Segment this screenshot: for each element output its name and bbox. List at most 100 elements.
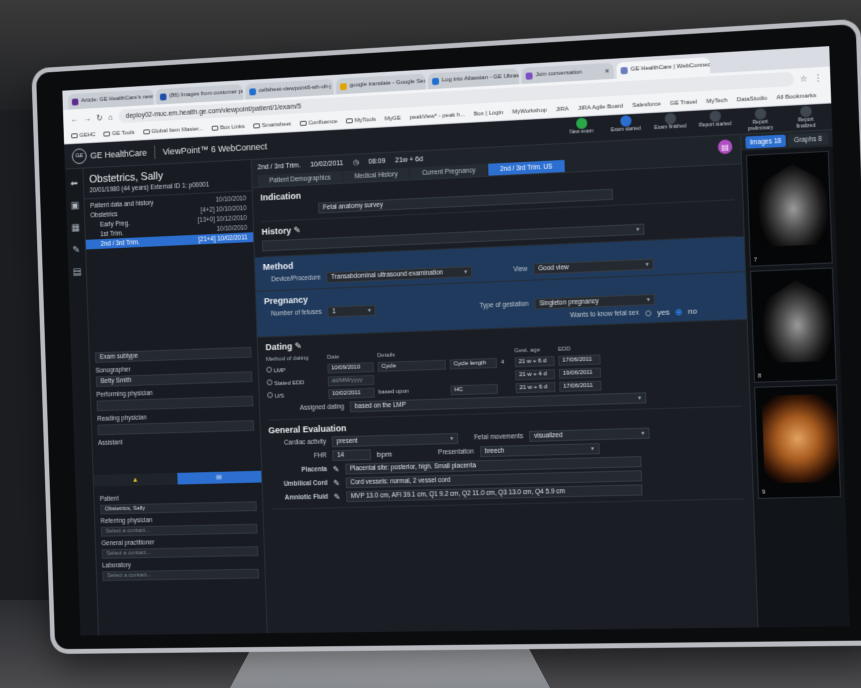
exam-subtype-select[interactable]: Exam subtype xyxy=(95,346,252,363)
tab-label: Images xyxy=(749,137,773,147)
ultrasound-thumbnail[interactable]: 8 xyxy=(750,267,837,383)
dating-method[interactable]: Stated EDD xyxy=(266,378,325,388)
view-select[interactable]: Good view ▼ xyxy=(533,258,654,275)
view-value: Good view xyxy=(538,264,570,273)
mail-tab[interactable]: ✉ xyxy=(176,470,262,485)
device-select[interactable]: Transabdominal ultrasound examination ▼ xyxy=(326,266,473,284)
warning-icon: ▲ xyxy=(131,476,139,484)
bookmark[interactable]: JIRA xyxy=(556,106,569,113)
general-section: General Evaluation Cardiac activity pres… xyxy=(268,406,745,510)
bookmark[interactable]: Box Links xyxy=(211,123,245,132)
check-icon xyxy=(575,117,587,130)
contact-field[interactable]: Select a contact... xyxy=(102,568,260,582)
all-bookmarks[interactable]: All Bookmarks xyxy=(776,92,816,100)
stated-radio[interactable] xyxy=(266,379,273,386)
forward-icon[interactable]: → xyxy=(83,114,91,123)
us-date[interactable]: 10/02/2011 xyxy=(328,387,375,400)
fetuses-select[interactable]: 1 ▼ xyxy=(327,304,376,318)
based-upon-field[interactable]: HC xyxy=(450,383,498,396)
bookmark[interactable]: peakView* - peak h... xyxy=(410,112,466,121)
bookmark[interactable]: GE Travel xyxy=(670,99,697,107)
workflow-report-finalized[interactable]: Report finalized xyxy=(788,105,824,130)
bookmark[interactable]: Global Item Master... xyxy=(142,126,203,135)
tab-label: Article: GE HealthCare's new H xyxy=(81,93,154,105)
workflow-exam-started[interactable]: Exam started xyxy=(608,115,643,140)
screen: Article: GE HealthCare's new H ✕ (86) Ima… xyxy=(62,46,850,636)
bookmark-label: Box Links xyxy=(220,123,245,131)
bookmark[interactable]: Confluence xyxy=(299,118,338,127)
stated-date[interactable]: dd/MM/yyyy xyxy=(327,374,375,387)
us-radio[interactable] xyxy=(267,392,273,399)
back-icon[interactable]: ← xyxy=(70,114,78,123)
star-icon[interactable]: ☆ xyxy=(800,74,808,84)
tree-count xyxy=(191,229,215,230)
contact-placeholder: Select a contact... xyxy=(106,550,151,557)
fetal-movements-select[interactable]: visualized ▼ xyxy=(529,427,650,442)
close-icon[interactable]: ✕ xyxy=(604,67,609,74)
bookmark-label: JIRA xyxy=(555,105,569,113)
bookmark[interactable]: GEHC xyxy=(71,132,96,139)
thumb-number: 8 xyxy=(757,373,762,380)
cycle-length[interactable]: Cycle length xyxy=(449,357,498,370)
tab-images[interactable]: Images 18 xyxy=(745,134,786,149)
cardiac-select[interactable]: present ▼ xyxy=(331,432,459,448)
bookmark[interactable]: Salesforce xyxy=(632,101,661,109)
layout-icon[interactable]: ▤ xyxy=(73,267,82,278)
workflow-label: Report started xyxy=(698,121,732,129)
workflow-exam-finished[interactable]: Exam finished xyxy=(653,112,688,137)
workflow-report-started[interactable]: Report started xyxy=(697,110,733,135)
lmp-radio[interactable] xyxy=(266,366,273,373)
pencil-icon[interactable]: ✎ xyxy=(333,465,340,474)
workflow-label: Exam started xyxy=(610,125,641,134)
field-label: Device/Procedure xyxy=(271,274,321,284)
reload-icon[interactable]: ↻ xyxy=(96,113,102,122)
bookmark[interactable]: Smartsheet xyxy=(253,121,291,129)
contact-field[interactable]: Select a contact... xyxy=(100,523,258,537)
presentation-select[interactable]: breech ▼ xyxy=(479,443,600,458)
gestation-select[interactable]: Singleton pregnancy ▼ xyxy=(534,293,656,310)
image-icon[interactable]: ▦ xyxy=(71,223,80,234)
dating-method[interactable]: LMP xyxy=(266,365,324,375)
menu-icon[interactable]: ⋮ xyxy=(813,73,822,83)
bookmark[interactable]: MyTech xyxy=(706,97,727,104)
bookmark[interactable]: GE Tools xyxy=(103,130,135,137)
bookmark[interactable]: MyTools xyxy=(345,116,376,124)
contact-field[interactable]: Obstetrics, Sally xyxy=(100,501,257,515)
dating-method[interactable]: U/S xyxy=(267,390,325,400)
edit-icon[interactable]: ✎ xyxy=(72,245,80,256)
contact-field[interactable]: Select a contact... xyxy=(101,546,259,559)
image-panel: Images 18 Graphs 8 7 8 9 xyxy=(741,130,850,628)
workflow-report-preliminary[interactable]: Report preliminary xyxy=(742,107,778,132)
save-icon[interactable]: ▣ xyxy=(70,201,79,212)
workflow-new-exam[interactable]: New exam xyxy=(564,117,599,142)
ultrasound-thumbnail[interactable]: 7 xyxy=(745,150,833,267)
assigned-value: based on the LMP xyxy=(354,401,407,411)
fhr-field[interactable]: 14 xyxy=(332,449,372,462)
cycle-select[interactable]: Cycle xyxy=(377,359,446,372)
bookmark[interactable]: MyWorkshop xyxy=(512,107,547,115)
bookmark[interactable]: MyGE xyxy=(385,115,401,122)
bookmark[interactable]: Box | Login xyxy=(474,110,504,118)
pencil-icon[interactable]: ✎ xyxy=(334,492,341,501)
bookmark[interactable]: JIRA Agile Board xyxy=(578,103,623,111)
bookmark-label: Confluence xyxy=(308,118,338,127)
bookmark-label: Salesforce xyxy=(632,100,661,109)
pencil-icon[interactable]: ✎ xyxy=(293,225,301,235)
no-radio[interactable] xyxy=(675,308,683,315)
lmp-date[interactable]: 10/09/2010 xyxy=(327,362,374,374)
ga-cell: 21 w + 4 d xyxy=(514,369,556,381)
reading-field[interactable] xyxy=(97,420,255,436)
bookmark[interactable]: DataStudio xyxy=(737,95,768,103)
ultrasound-thumbnail[interactable]: 9 xyxy=(754,384,842,499)
pencil-icon[interactable]: ✎ xyxy=(294,341,302,351)
tab-graphs[interactable]: Graphs 8 xyxy=(787,132,829,147)
warning-tab[interactable]: ▲ xyxy=(93,472,178,487)
pencil-icon[interactable]: ✎ xyxy=(333,479,340,488)
arrow-left-icon[interactable]: ⬅ xyxy=(70,178,78,189)
column-header: Gest. age xyxy=(514,347,541,355)
home-icon[interactable]: ⌂ xyxy=(108,112,113,121)
yes-radio[interactable] xyxy=(644,309,652,317)
tab-favicon xyxy=(339,82,347,90)
performing-field[interactable] xyxy=(96,395,254,412)
workflow-label: Report finalized xyxy=(796,116,816,130)
